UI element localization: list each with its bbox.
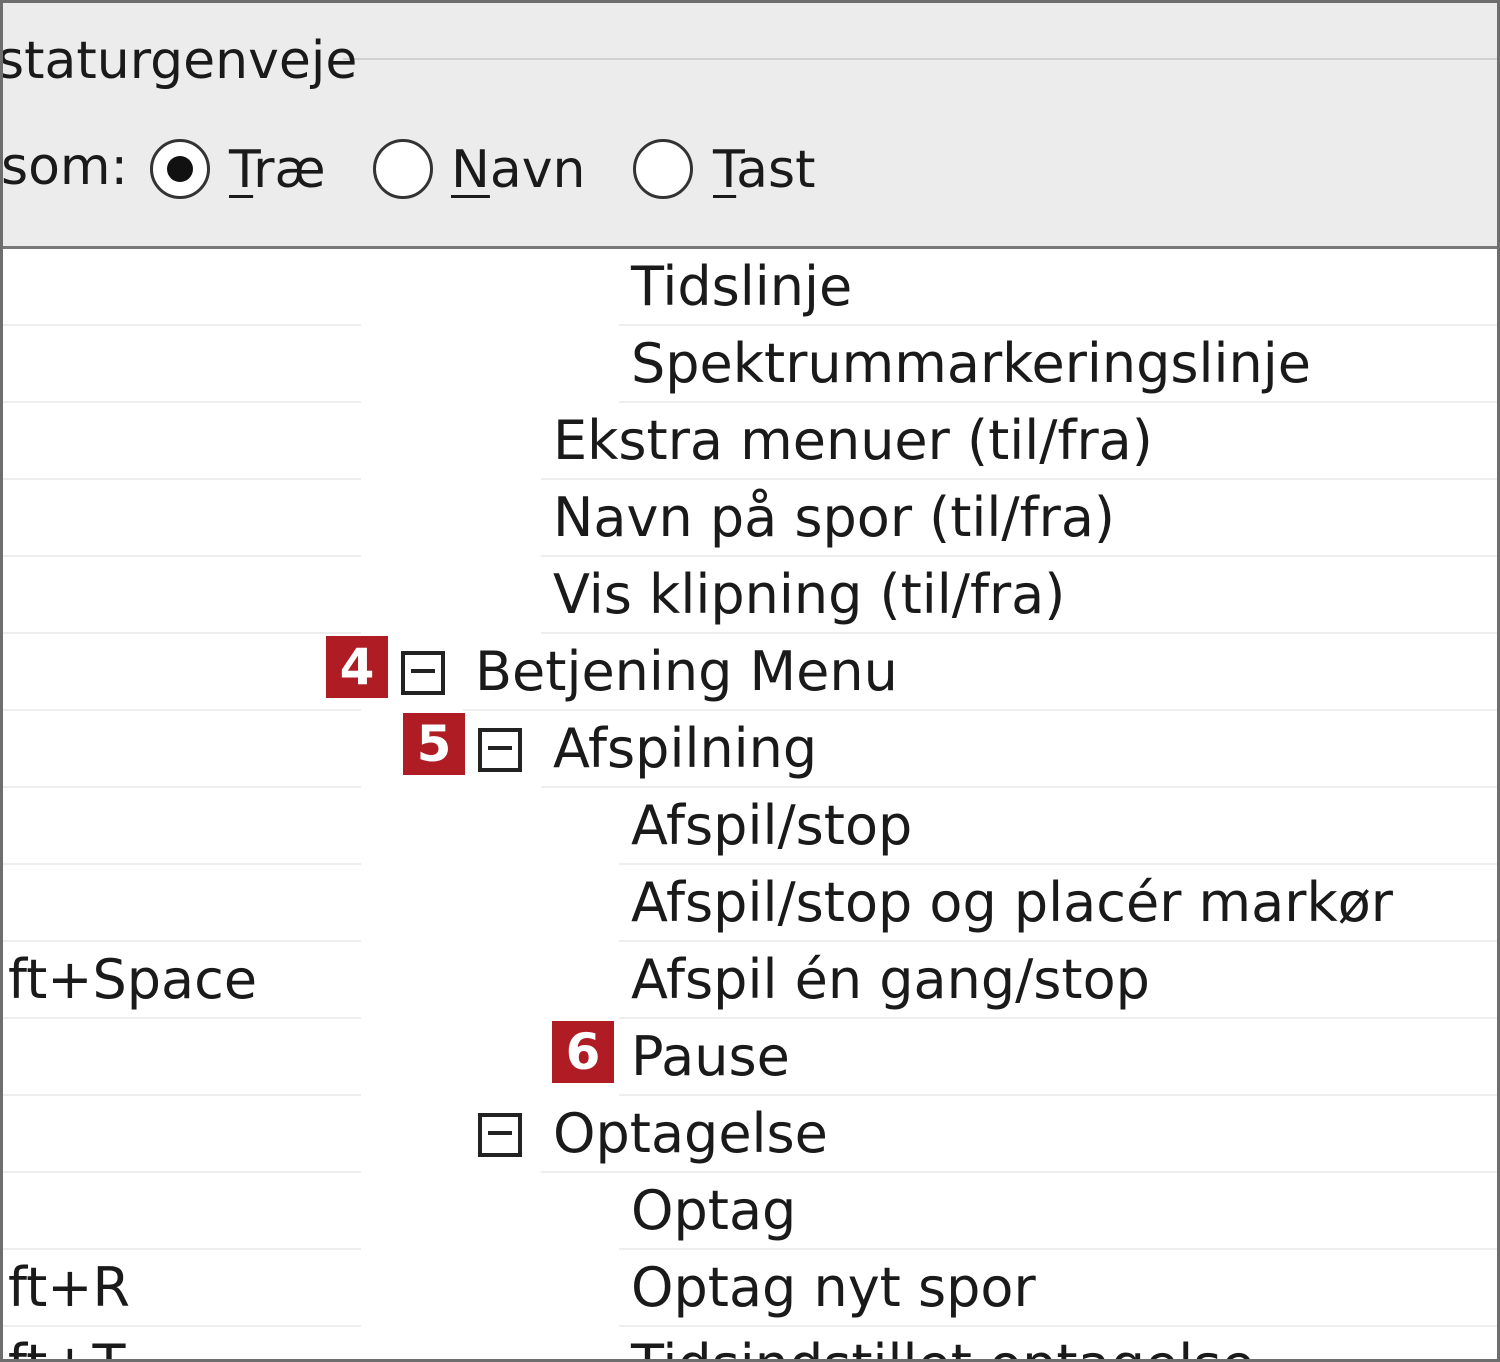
shortcut-cell: ift+Space — [0, 948, 258, 1011]
radio-key-view[interactable] — [633, 139, 693, 199]
collapse-icon[interactable] — [401, 651, 445, 695]
tree-item-label: Optagelse — [553, 1102, 828, 1165]
view-options-toolbar: staturgenveje som: Træ Navn Tast — [0, 3, 1497, 249]
radio-tree-rest: ræ — [253, 140, 326, 200]
shortcut-cell: ift+T — [3, 1333, 125, 1359]
collapse-icon[interactable] — [478, 1113, 522, 1157]
callout-badge: 5 — [403, 713, 465, 775]
group-title: staturgenveje — [0, 31, 358, 91]
radio-key-mnemonic: T — [713, 140, 737, 200]
tree-row[interactable]: Tidslinje — [3, 249, 1497, 326]
tree-item-label: Afspilning — [553, 717, 818, 780]
tree-row[interactable]: Ekstra menuer (til/fra) — [3, 403, 1497, 480]
radio-name-label[interactable]: Navn — [451, 140, 586, 200]
tree-item-label: Afspil én gang/stop — [631, 948, 1150, 1011]
tree-item-label: Vis klipning (til/fra) — [553, 563, 1066, 626]
tree-row[interactable]: Optagelse — [3, 1096, 1497, 1173]
tree-item-label: Pause — [631, 1025, 790, 1088]
callout-badge: 6 — [552, 1021, 614, 1083]
tree-row[interactable]: ift+T Tidsindstillet optagelse — [3, 1327, 1497, 1359]
tree-item-label: Optag — [631, 1179, 797, 1242]
tree-row[interactable]: 5 Afspilning — [3, 711, 1497, 788]
tree-row[interactable]: ift+R Optag nyt spor — [0, 1250, 1497, 1327]
radio-name-mnemonic: N — [451, 140, 490, 200]
tree-item-label: Navn på spor (til/fra) — [553, 486, 1115, 549]
radio-tree-label[interactable]: Træ — [229, 140, 326, 200]
tree-item-label: Spektrummarkeringslinje — [631, 332, 1312, 395]
shortcut-tree[interactable]: Tidslinje Spektrummarkeringslinje Ekstra m… — [0, 249, 1497, 1359]
tree-item-label: Optag nyt spor — [631, 1256, 1036, 1319]
tree-row[interactable]: Navn på spor (til/fra) — [3, 480, 1497, 557]
radio-key-rest: ast — [736, 140, 816, 200]
radio-tree-mnemonic: T — [229, 140, 254, 200]
tree-row[interactable]: 6 Pause — [3, 1019, 1497, 1096]
tree-row[interactable]: Spektrummarkeringslinje — [3, 326, 1497, 403]
keyboard-preferences-panel: staturgenveje som: Træ Navn Tast Tidslin… — [0, 0, 1500, 1362]
tree-item-label: Betjening Menu — [475, 640, 898, 703]
radio-tree-view[interactable] — [150, 139, 210, 199]
tree-item-label: Tidslinje — [631, 255, 853, 318]
collapse-icon[interactable] — [478, 728, 522, 772]
tree-row[interactable]: Afspil/stop og placér markør — [3, 865, 1497, 942]
radio-name-rest: avn — [489, 140, 586, 200]
tree-row[interactable]: Vis klipning (til/fra) — [3, 557, 1497, 634]
tree-row[interactable]: 4 Betjening Menu — [3, 634, 1497, 711]
shortcut-cell: ift+R — [0, 1256, 131, 1319]
tree-item-label: Tidsindstillet optagelse — [631, 1333, 1255, 1359]
tree-row[interactable]: ift+Space Afspil én gang/stop — [0, 942, 1497, 1019]
group-box-border — [343, 58, 1497, 60]
tree-item-label: Afspil/stop og placér markør — [631, 871, 1393, 934]
tree-item-label: Afspil/stop — [631, 794, 913, 857]
radio-name-view[interactable] — [373, 139, 433, 199]
callout-badge: 4 — [326, 636, 388, 698]
radio-key-label[interactable]: Tast — [713, 140, 816, 200]
view-by-label: som: — [1, 137, 129, 197]
tree-row[interactable]: Afspil/stop — [3, 788, 1497, 865]
tree-item-label: Ekstra menuer (til/fra) — [553, 409, 1153, 472]
tree-row[interactable]: Optag — [3, 1173, 1497, 1250]
